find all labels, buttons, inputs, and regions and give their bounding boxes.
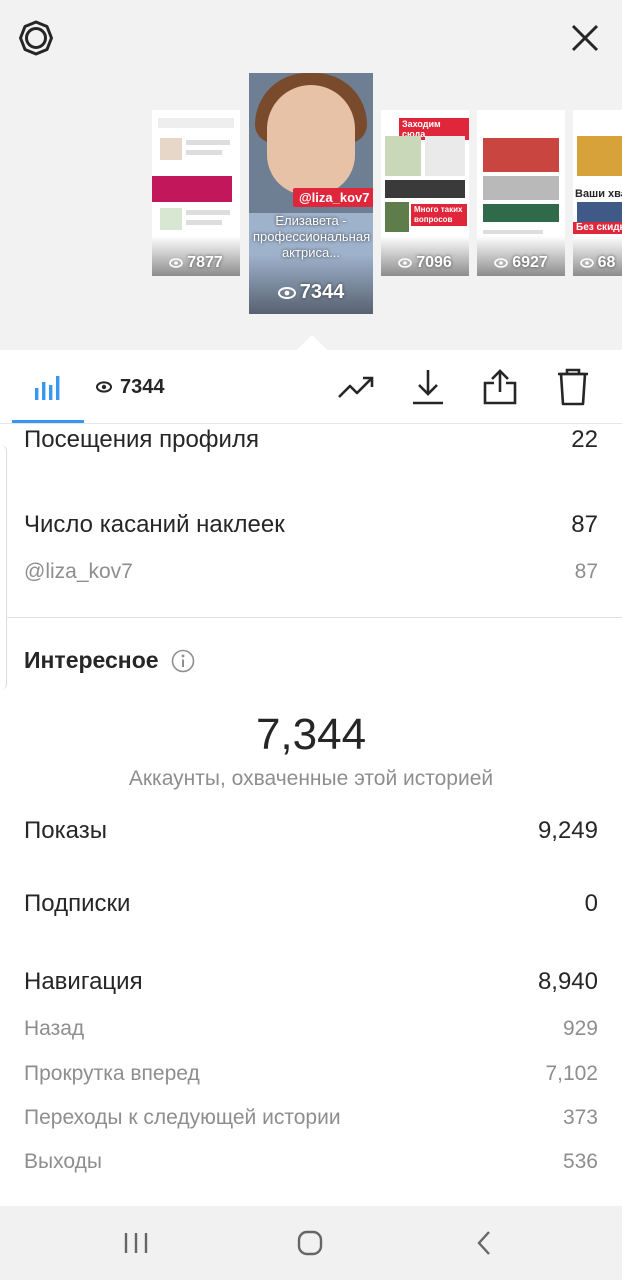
- stat-value: 7,102: [545, 1062, 598, 1085]
- stat-row-follows: Подписки 0: [24, 890, 598, 918]
- stat-row-exits: Выходы 536: [24, 1150, 598, 1174]
- trash-icon: [558, 368, 588, 406]
- sheet-edge: [0, 445, 7, 690]
- mention-sticker: @liza_kov7: [293, 188, 373, 207]
- reach-value: 7,344: [255, 710, 367, 759]
- stat-row-sticker-taps: Число касаний наклеек 87: [24, 511, 598, 539]
- eye-icon: [169, 258, 184, 268]
- stat-value: 22: [571, 426, 598, 453]
- stat-label: Навигация: [24, 968, 143, 995]
- story-thumbnail[interactable]: 7877: [152, 110, 240, 276]
- stat-row-forward: Прокрутка вперед 7,102: [24, 1062, 598, 1086]
- stat-row-sticker-mention[interactable]: @liza_kov7 87: [24, 560, 598, 584]
- stat-label: Показы: [24, 817, 107, 844]
- stat-value: 8,940: [537, 968, 598, 995]
- story-badge: Без скидки: [573, 222, 622, 234]
- info-icon[interactable]: [171, 649, 195, 673]
- recents-button[interactable]: [106, 1220, 166, 1266]
- download-icon: [413, 370, 443, 405]
- stat-label: Подписки: [24, 890, 131, 917]
- stat-label: Число касаний наклеек: [24, 511, 285, 538]
- stat-label: Посещения профиля: [24, 426, 259, 453]
- back-button[interactable]: [454, 1220, 514, 1266]
- home-button[interactable]: [280, 1220, 340, 1266]
- close-icon: [571, 24, 599, 52]
- promote-button[interactable]: [332, 364, 380, 410]
- section-title: Интересное: [24, 647, 159, 673]
- recents-icon: [124, 1233, 148, 1253]
- gear-icon: [19, 20, 53, 56]
- story-view-count: 6927: [512, 254, 548, 271]
- story-carousel: 7877 @liza_kov7 Елизавета - профессионал…: [0, 0, 622, 351]
- settings-button[interactable]: [14, 16, 58, 60]
- story-caption: Много таких вопросов: [411, 204, 467, 226]
- stat-value: 0: [584, 890, 598, 917]
- story-thumbnail[interactable]: 6927: [477, 110, 565, 276]
- eye-icon: [398, 258, 413, 268]
- trending-up-icon: [338, 376, 374, 398]
- delete-button[interactable]: [549, 364, 597, 410]
- tab-insights[interactable]: [12, 350, 84, 424]
- bar-chart-icon: [35, 376, 60, 400]
- viewers-count: 7344: [120, 375, 165, 398]
- stat-label: Прокрутка вперед: [24, 1062, 200, 1085]
- stat-row-profile-visits: Посещения профиля 22: [24, 426, 598, 454]
- story-view-count: 7344: [299, 281, 345, 303]
- story-view-count: 7877: [187, 254, 223, 271]
- eye-icon: [96, 381, 112, 393]
- stat-value: 373: [562, 1106, 598, 1129]
- system-nav-bar: [0, 1206, 622, 1280]
- stat-value: 536: [562, 1150, 598, 1173]
- story-toolbar: 7344: [0, 350, 622, 424]
- eye-icon: [579, 258, 594, 268]
- share-icon: [483, 369, 517, 405]
- story-thumbnail[interactable]: Заходим сюда Много таких вопросов 7096: [381, 110, 469, 276]
- eye-icon: [494, 258, 509, 268]
- stat-value: 87: [571, 511, 598, 538]
- close-button[interactable]: [562, 16, 608, 60]
- stat-row-navigation: Навигация 8,940: [24, 968, 598, 996]
- home-icon: [297, 1230, 323, 1256]
- reach-label: Аккаунты, охваченные этой историей: [128, 767, 494, 790]
- story-view-count: 68: [597, 254, 616, 271]
- back-icon: [477, 1231, 490, 1255]
- story-caption: Ваши хва: [575, 188, 622, 200]
- discovery-header: Интересное: [24, 647, 195, 674]
- share-button[interactable]: [476, 364, 524, 410]
- tab-insights-indicator: [12, 420, 84, 423]
- stat-label: @liza_kov7: [24, 560, 133, 583]
- eye-icon: [277, 286, 296, 299]
- stat-label: Выходы: [24, 1150, 102, 1173]
- stat-value: 9,249: [537, 817, 598, 844]
- section-divider: [7, 617, 622, 618]
- stat-value: 87: [574, 560, 598, 583]
- story-view-count: 7096: [416, 254, 452, 271]
- stat-row-back: Назад 929: [24, 1017, 598, 1041]
- download-button[interactable]: [404, 364, 452, 410]
- stat-row-impressions: Показы 9,249: [24, 817, 598, 845]
- stat-label: Переходы к следующей истории: [24, 1106, 341, 1129]
- selected-story-pointer: [296, 335, 328, 351]
- stat-row-next-story: Переходы к следующей истории 373: [24, 1106, 598, 1130]
- stat-value: 929: [562, 1017, 598, 1040]
- stat-label: Назад: [24, 1017, 85, 1040]
- tab-viewers[interactable]: 7344: [96, 350, 165, 424]
- story-thumbnail-selected[interactable]: @liza_kov7 Елизавета - профессиональная …: [249, 73, 373, 314]
- story-thumbnail[interactable]: Ваши хва Без скидки 68: [573, 110, 622, 276]
